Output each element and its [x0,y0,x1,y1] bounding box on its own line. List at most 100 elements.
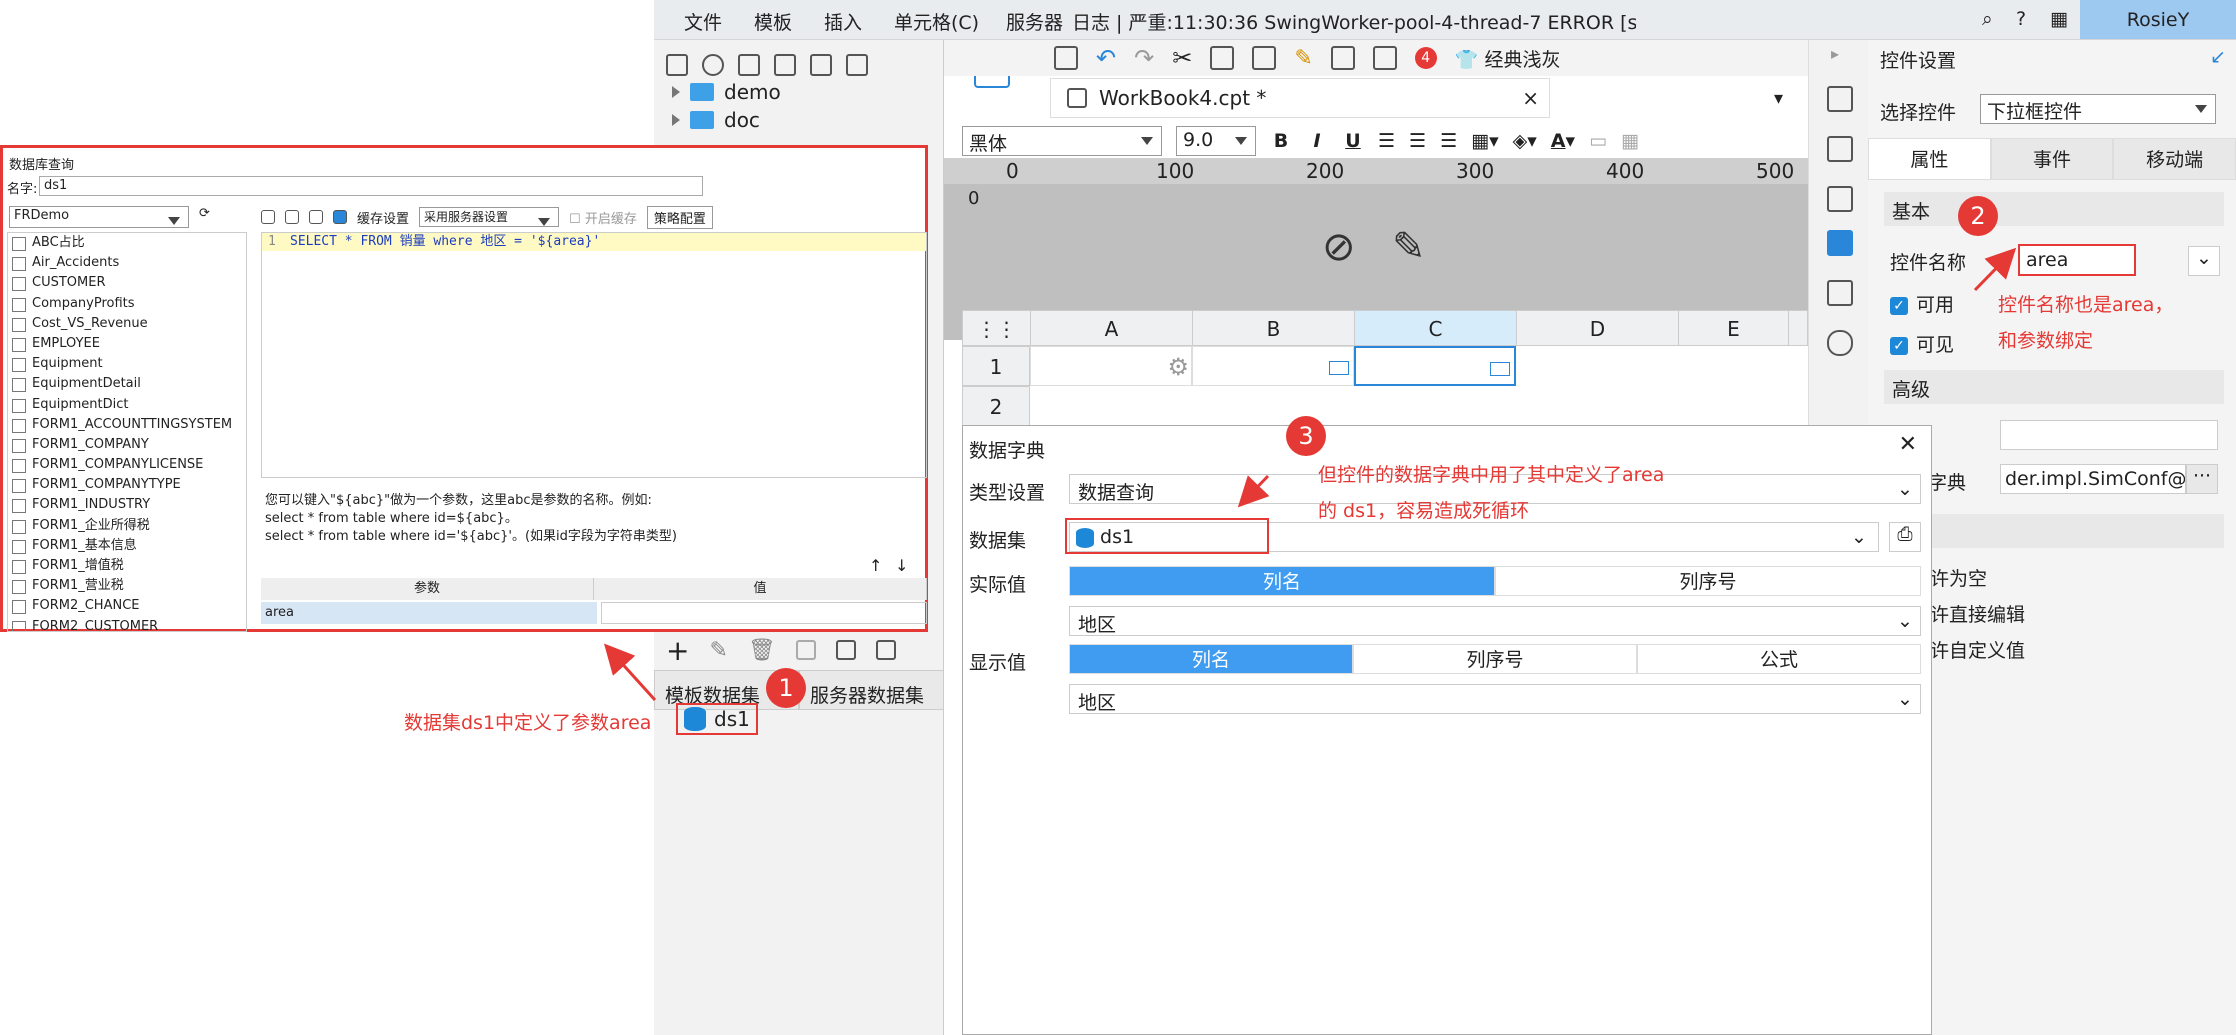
delete-icon[interactable] [810,54,832,76]
menu-file[interactable]: 文件 [684,8,722,35]
font-size-select[interactable]: 9.0 [1176,126,1256,156]
copy-icon[interactable] [846,54,868,76]
tab-events[interactable]: 事件 [1990,138,2114,180]
table-list-item[interactable]: FORM2_CUSTOMER [8,617,246,631]
close-button[interactable]: ✕ [1899,432,1917,457]
bold-button[interactable]: B [1270,130,1292,152]
tree-item-doc[interactable]: doc [672,108,760,132]
preview-icon[interactable] [1372,46,1397,70]
allow-edit-option[interactable]: 许直接编辑 [1930,600,2025,627]
frame-icon[interactable] [1330,46,1355,70]
dataset-item-ds1[interactable]: ds1 [676,703,758,735]
link-icon[interactable] [1827,330,1853,356]
select-widget-dropdown[interactable]: 下拉框控件 [1980,94,2216,124]
menu-insert[interactable]: 插入 [824,8,862,35]
display-value-select[interactable]: 地区 [1069,684,1921,714]
column-header[interactable]: B [1193,311,1355,345]
edit-icon[interactable]: ✎ [709,638,727,663]
table-list-item[interactable]: EquipmentDetail [8,374,246,394]
frame-icon[interactable] [1827,186,1853,212]
menu-template[interactable]: 模板 [754,8,792,35]
table-list-item[interactable]: FORM1_营业税 [8,576,246,596]
tab-server-dataset[interactable]: 服务器数据集 [799,670,944,710]
cell-attr-icon[interactable] [1827,86,1853,112]
table-list-item[interactable]: FORM1_企业所得税 [8,516,246,536]
section-advanced[interactable]: 高级 [1884,370,2224,404]
border-icon[interactable]: ▦▾ [1471,130,1499,152]
chevron-down-icon[interactable]: ⌄ [1897,688,1913,710]
dataset-name-input[interactable]: ds1 [39,176,703,196]
chevron-down-icon[interactable]: ⌄ [1897,610,1913,632]
hide-icon[interactable]: ⊘ [1322,224,1356,270]
table-list-item[interactable]: EMPLOYEE [8,334,246,354]
row-header[interactable]: 2 [962,386,1030,426]
format-painter-icon[interactable]: ✎ [1294,46,1312,71]
copy-icon[interactable] [1210,46,1235,70]
enabled-checkbox[interactable]: ✓ 可用 [1890,290,1954,317]
actual-tab-column-name[interactable]: 列名 [1069,566,1495,596]
table-list-item[interactable]: FORM1_INDUSTRY [8,495,246,515]
expand-icon[interactable] [672,86,680,98]
section-other[interactable] [1884,514,2224,548]
table-list-item[interactable]: FORM1_COMPANYTYPE [8,475,246,495]
table-list-item[interactable]: FORM1_基本信息 [8,536,246,556]
expand-icon[interactable] [672,114,680,126]
add-dataset-icon[interactable]: + [666,634,689,667]
align-center-icon[interactable]: ☰ [1409,130,1426,152]
menu-server[interactable]: 服务器 [1006,8,1063,35]
underline-button[interactable]: U [1342,130,1364,152]
query-icon[interactable] [835,640,856,660]
condition-icon[interactable] [1827,280,1853,306]
preview-icon[interactable] [261,210,275,224]
undo-icon[interactable]: ↶ [1096,44,1116,72]
widget-name-input[interactable]: area [2018,244,2136,276]
sql-editor[interactable]: 1 SELECT * FROM 销量 where 地区 = '${area}' [261,232,927,478]
table-list-item[interactable]: EquipmentDict [8,395,246,415]
database-select[interactable]: FRDemo [9,206,189,228]
column-header[interactable]: D [1517,311,1679,345]
widget-settings-icon[interactable] [1827,230,1853,256]
db-icon[interactable] [875,640,896,660]
format-icon[interactable] [309,210,323,224]
advanced-field[interactable] [2000,420,2218,450]
chevron-down-icon[interactable]: ⌄ [1851,526,1867,548]
menu-cell[interactable]: 单元格(C) [894,8,979,35]
preview-dataset-icon[interactable]: ⎙ [1889,522,1921,552]
table-list-item[interactable]: Cost_VS_Revenue [8,314,246,334]
element-icon[interactable] [1827,136,1853,162]
widget-name-dropdown[interactable]: ⌄ [2188,246,2220,276]
theme-button[interactable]: 👕 经典浅灰 [1455,45,1561,72]
fill-color-icon[interactable]: ◈▾ [1513,130,1537,152]
italic-button[interactable]: I [1306,130,1328,152]
section-basic[interactable]: 基本 [1884,192,2224,226]
column-header[interactable]: E [1679,311,1789,345]
row-header[interactable]: 1 [962,346,1030,386]
open-icon[interactable] [738,54,760,76]
move-down-icon[interactable]: ↓ [895,556,908,575]
align-left-icon[interactable]: ☰ [1378,130,1395,152]
table-list-item[interactable]: CUSTOMER [8,273,246,293]
settings-icon[interactable] [774,54,796,76]
user-name[interactable]: RosieY [2080,0,2236,39]
param-name-cell[interactable]: area [261,602,597,624]
allow-empty-option[interactable]: 许为空 [1930,564,1987,591]
cell-c1[interactable] [1354,346,1516,386]
visible-checkbox[interactable]: ✓ 可见 [1890,330,1954,357]
display-tab-formula[interactable]: 公式 [1637,644,1921,674]
refresh-icon[interactable]: ⟳ [199,206,210,221]
pin-icon[interactable]: ▾ [1774,88,1783,109]
collapse-icon[interactable]: ▸ [1831,44,1839,63]
table-list-item[interactable]: FORM2_CHANCE [8,596,246,616]
redo-icon[interactable]: ↷ [1134,44,1154,72]
cell-b1[interactable] [1192,346,1354,386]
document-tab[interactable]: WorkBook4.cpt * × [1050,78,1550,118]
tree-item-demo[interactable]: demo [672,80,781,104]
save-icon[interactable] [1054,46,1078,70]
actual-value-select[interactable]: 地区 [1069,606,1921,636]
column-header[interactable]: C [1355,311,1517,345]
font-family-select[interactable]: 黑体 [962,126,1162,156]
table-list-item[interactable]: Equipment [8,354,246,374]
display-tab-column-name[interactable]: 列名 [1069,644,1353,674]
dict-edit-button[interactable]: ··· [2186,464,2218,494]
column-header[interactable]: A [1031,311,1193,345]
